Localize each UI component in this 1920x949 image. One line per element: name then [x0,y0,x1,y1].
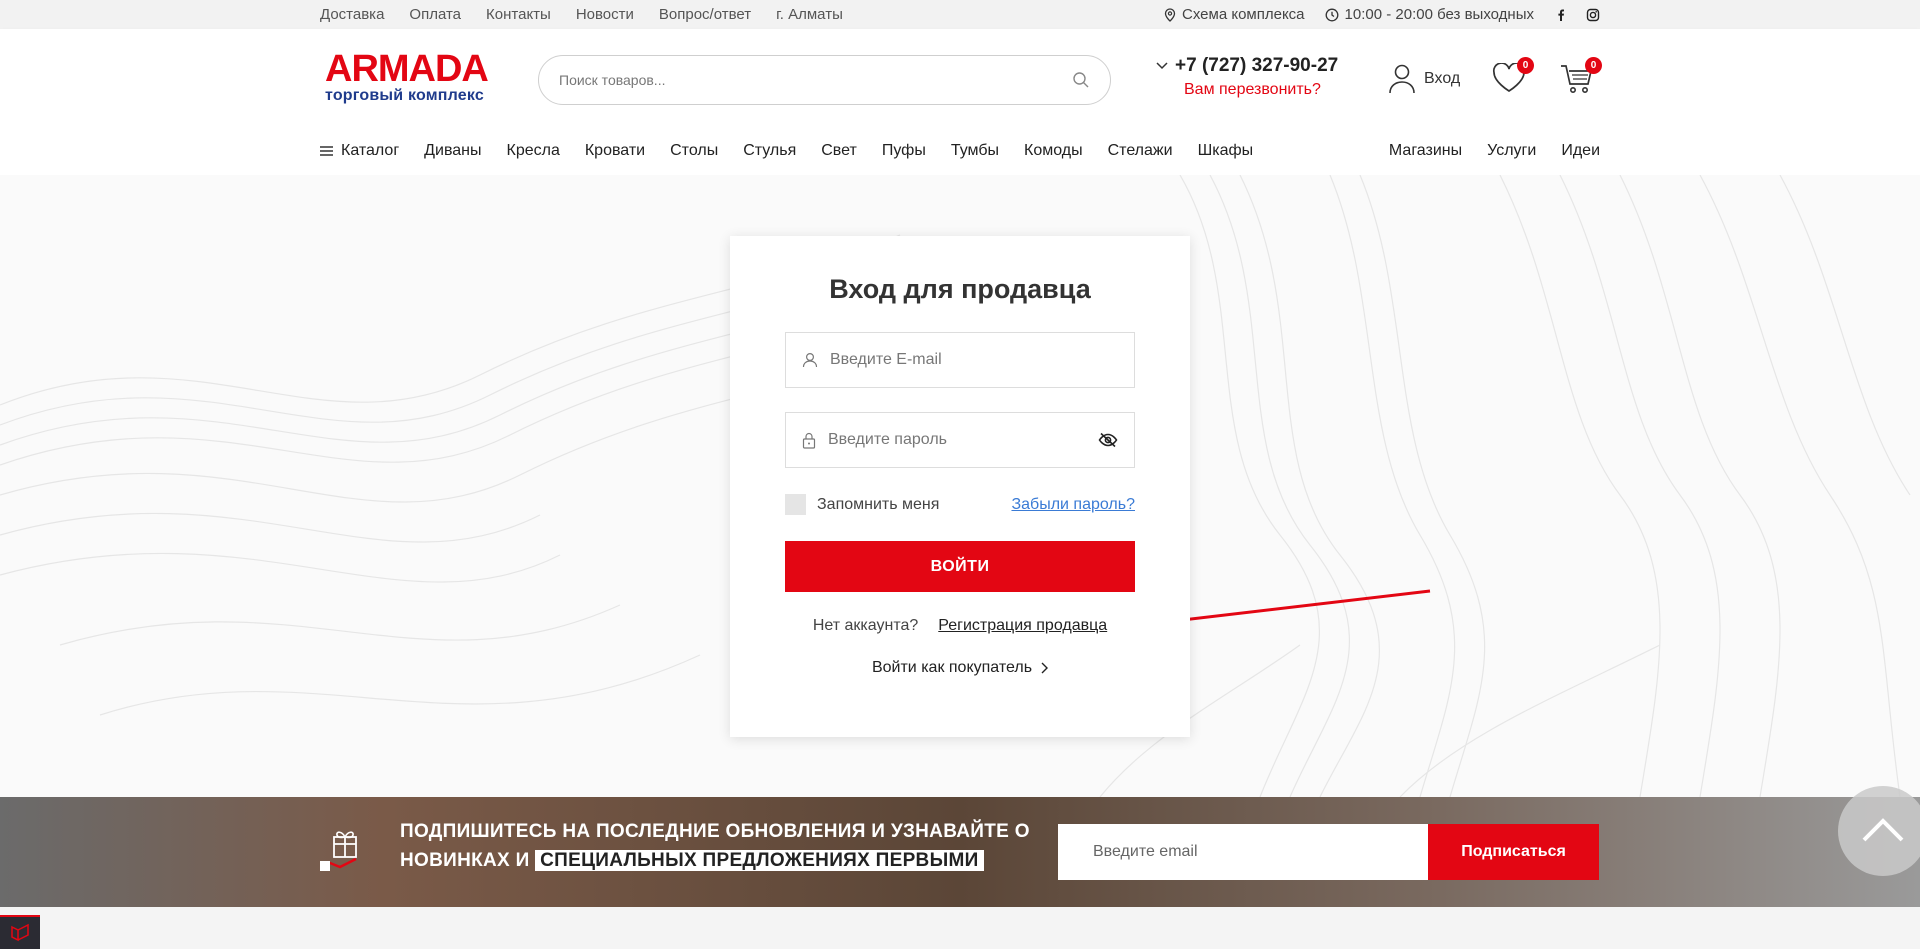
chevron-down-icon[interactable] [1155,61,1169,71]
search-input[interactable] [559,72,1072,88]
catalog-menu[interactable]: Каталог [320,142,399,160]
login-button[interactable]: Вход [1388,63,1460,95]
gift-icon [318,827,368,878]
chevron-right-icon [1040,662,1049,674]
logo-brand: ARMADA [325,48,489,90]
nav-item-beds[interactable]: Кровати [585,142,645,160]
subscribe-line-1: ПОДПИШИТЕСЬ НА ПОСЛЕДНИЕ ОБНОВЛЕНИЯ И УЗ… [400,821,1030,842]
subscribe-text: ПОДПИШИТЕСЬ НА ПОСЛЕДНИЕ ОБНОВЛЕНИЯ И УЗ… [400,817,1030,875]
remember-checkbox[interactable] [785,494,806,515]
nav-item-armchairs[interactable]: Кресла [507,142,560,160]
nav-item-poufs[interactable]: Пуфы [882,142,926,160]
lock-icon [802,432,816,449]
search-icon[interactable] [1072,71,1090,89]
cart-badge: 0 [1585,57,1602,74]
subscribe-band: ПОДПИШИТЕСЬ НА ПОСЛЕДНИЕ ОБНОВЛЕНИЯ И УЗ… [0,797,1920,907]
register-row: Нет аккаунта? Регистрация продавца [730,617,1190,635]
cart-button[interactable]: 0 [1560,57,1602,100]
eye-slash-icon[interactable] [1098,432,1118,448]
top-bar: Доставка Оплата Контакты Новости Вопрос/… [0,0,1920,29]
phone-block: +7 (727) 327-90-27 Вам перезвонить? [1155,55,1338,99]
user-icon [802,352,818,368]
subscribe-highlight: СПЕЦИАЛЬНЫХ ПРЕДЛОЖЕНИЯХ ПЕРВЫМИ [535,850,984,871]
hours-label: 10:00 - 20:00 без выходных [1344,6,1534,23]
nav-item-chairs[interactable]: Стулья [743,142,796,160]
card-title: Вход для продавца [829,274,1091,304]
scroll-to-top-button[interactable] [1838,786,1920,876]
main-nav: Каталог Диваны Кресла Кровати Столы Стул… [320,133,1600,169]
password-field[interactable] [785,412,1135,468]
remember-label[interactable]: Запомнить меня [817,496,939,514]
no-account-text: Нет аккаунта? [812,617,919,634]
subscribe-line-2-plain: НОВИНКАХ И [400,850,530,871]
top-link-news[interactable]: Новости [576,6,634,23]
seller-login-card: Вход для продавца Запомнить меня Забыли … [730,236,1190,737]
top-link-contacts[interactable]: Контакты [486,6,551,23]
logo-subtitle: торговый комплекс [325,87,484,104]
login-submit-button[interactable]: ВОЙТИ [785,541,1135,592]
location-pin-icon [1164,7,1176,22]
top-link-faq[interactable]: Вопрос/ответ [659,6,751,23]
login-label: Вход [1424,70,1461,87]
email-input[interactable] [830,351,1118,369]
favorites-button[interactable]: 0 [1492,57,1534,98]
menu-icon [320,146,333,156]
top-link-city[interactable]: г. Алматы [776,6,843,23]
phone-number[interactable]: +7 (727) 327-90-27 [1155,55,1338,77]
scheme-link[interactable]: Схема комплекса [1164,6,1305,23]
user-icon [1388,63,1416,95]
email-field[interactable] [785,332,1135,388]
nav-item-ideas[interactable]: Идеи [1561,142,1600,160]
clock-icon [1325,8,1339,22]
nav-item-light[interactable]: Свет [821,142,857,160]
chevron-up-icon [1838,786,1920,876]
catalog-label: Каталог [341,142,400,159]
footer [0,907,1920,949]
nav-item-services[interactable]: Услуги [1487,142,1536,160]
nav-left: Каталог Диваны Кресла Кровати Столы Стул… [320,142,1253,160]
top-link-delivery[interactable]: Доставка [320,6,384,23]
register-seller-link[interactable]: Регистрация продавца [938,617,1107,635]
logo[interactable]: ARMADA торговый комплекс [325,48,490,105]
nav-item-nightstands[interactable]: Тумбы [951,142,999,160]
search-box [538,55,1111,105]
top-right: Схема комплекса 10:00 - 20:00 без выходн… [1164,0,1600,29]
nav-item-dressers[interactable]: Комоды [1024,142,1083,160]
phone-label: +7 (727) 327-90-27 [1175,55,1339,76]
nav-right: Магазины Услуги Идеи [1389,142,1600,160]
hours: 10:00 - 20:00 без выходных [1325,6,1534,23]
subscribe-email-field[interactable] [1058,824,1428,880]
top-link-payment[interactable]: Оплата [409,6,461,23]
facebook-icon[interactable] [1554,8,1568,22]
favorites-badge: 0 [1517,57,1534,74]
subscribe-button[interactable]: Подписаться [1428,824,1599,880]
forgot-password-link[interactable]: Забыли пароль? [1011,496,1135,514]
password-input[interactable] [828,431,1086,449]
callback-link[interactable]: Вам перезвонить? [1184,81,1338,99]
buyer-login-label: Войти как покупатель [871,659,1033,676]
remember-row: Запомнить меня Забыли пароль? [785,494,1135,515]
scheme-label: Схема комплекса [1182,6,1305,23]
buyer-login-link[interactable]: Войти как покупатель [730,659,1190,677]
nav-item-shelves[interactable]: Стелажи [1108,142,1173,160]
header: ARMADA торговый комплекс +7 (727) 327-90… [0,29,1920,175]
subscribe-line-2: НОВИНКАХ И СПЕЦИАЛЬНЫХ ПРЕДЛОЖЕНИЯХ ПЕРВ… [400,846,1030,875]
nav-item-wardrobes[interactable]: Шкафы [1198,142,1254,160]
subscribe-email-input[interactable] [1093,843,1393,861]
nav-item-tables[interactable]: Столы [670,142,718,160]
top-links: Доставка Оплата Контакты Новости Вопрос/… [320,0,843,29]
nav-item-stores[interactable]: Магазины [1389,142,1462,160]
debug-logo-icon[interactable] [0,915,40,949]
instagram-icon[interactable] [1586,8,1600,22]
nav-item-sofas[interactable]: Диваны [424,142,481,160]
